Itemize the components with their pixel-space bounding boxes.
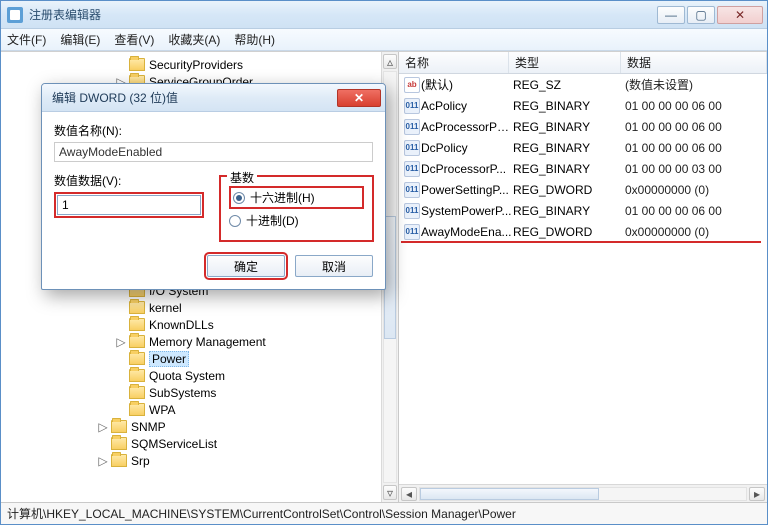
edit-dword-dialog: 编辑 DWORD (32 位)值 ✕ 数值名称(N): AwayModeEnab…	[41, 83, 386, 290]
radio-unchecked-icon	[229, 215, 241, 227]
radix-dec-row[interactable]: 十进制(D)	[229, 212, 364, 229]
radix-column: 基数 十六进制(H) 十进制(D)	[220, 172, 373, 241]
radix-hex-row[interactable]: 十六进制(H)	[229, 186, 364, 209]
radio-checked-icon	[233, 192, 245, 204]
value-name-label: 数值名称(N):	[54, 122, 373, 139]
value-data-highlight	[54, 192, 204, 218]
ok-button[interactable]: 确定	[207, 255, 285, 277]
dialog-close-button[interactable]: ✕	[337, 89, 381, 107]
dialog-body: 数值名称(N): AwayModeEnabled 数值数据(V): 基数	[42, 112, 385, 289]
value-data-label: 数值数据(V):	[54, 172, 204, 189]
cancel-button[interactable]: 取消	[295, 255, 373, 277]
dialog-title: 编辑 DWORD (32 位)值	[52, 89, 178, 106]
dialog-buttons: 确定 取消	[54, 255, 373, 277]
radix-dec-label: 十进制(D)	[246, 212, 299, 229]
value-name-field: AwayModeEnabled	[54, 142, 373, 162]
dialog-row: 数值数据(V): 基数 十六进制(H)	[54, 172, 373, 241]
value-data-input[interactable]	[57, 195, 201, 215]
regedit-window: 注册表编辑器 — ▢ ✕ 文件(F) 编辑(E) 查看(V) 收藏夹(A) 帮助…	[0, 0, 768, 525]
radix-legend: 基数	[227, 169, 257, 186]
dialog-overlay: 编辑 DWORD (32 位)值 ✕ 数值名称(N): AwayModeEnab…	[1, 1, 767, 524]
radix-hex-label: 十六进制(H)	[250, 189, 315, 206]
radix-group: 基数 十六进制(H) 十进制(D)	[220, 176, 373, 241]
value-data-column: 数值数据(V):	[54, 172, 204, 218]
dialog-titlebar: 编辑 DWORD (32 位)值 ✕	[42, 84, 385, 112]
